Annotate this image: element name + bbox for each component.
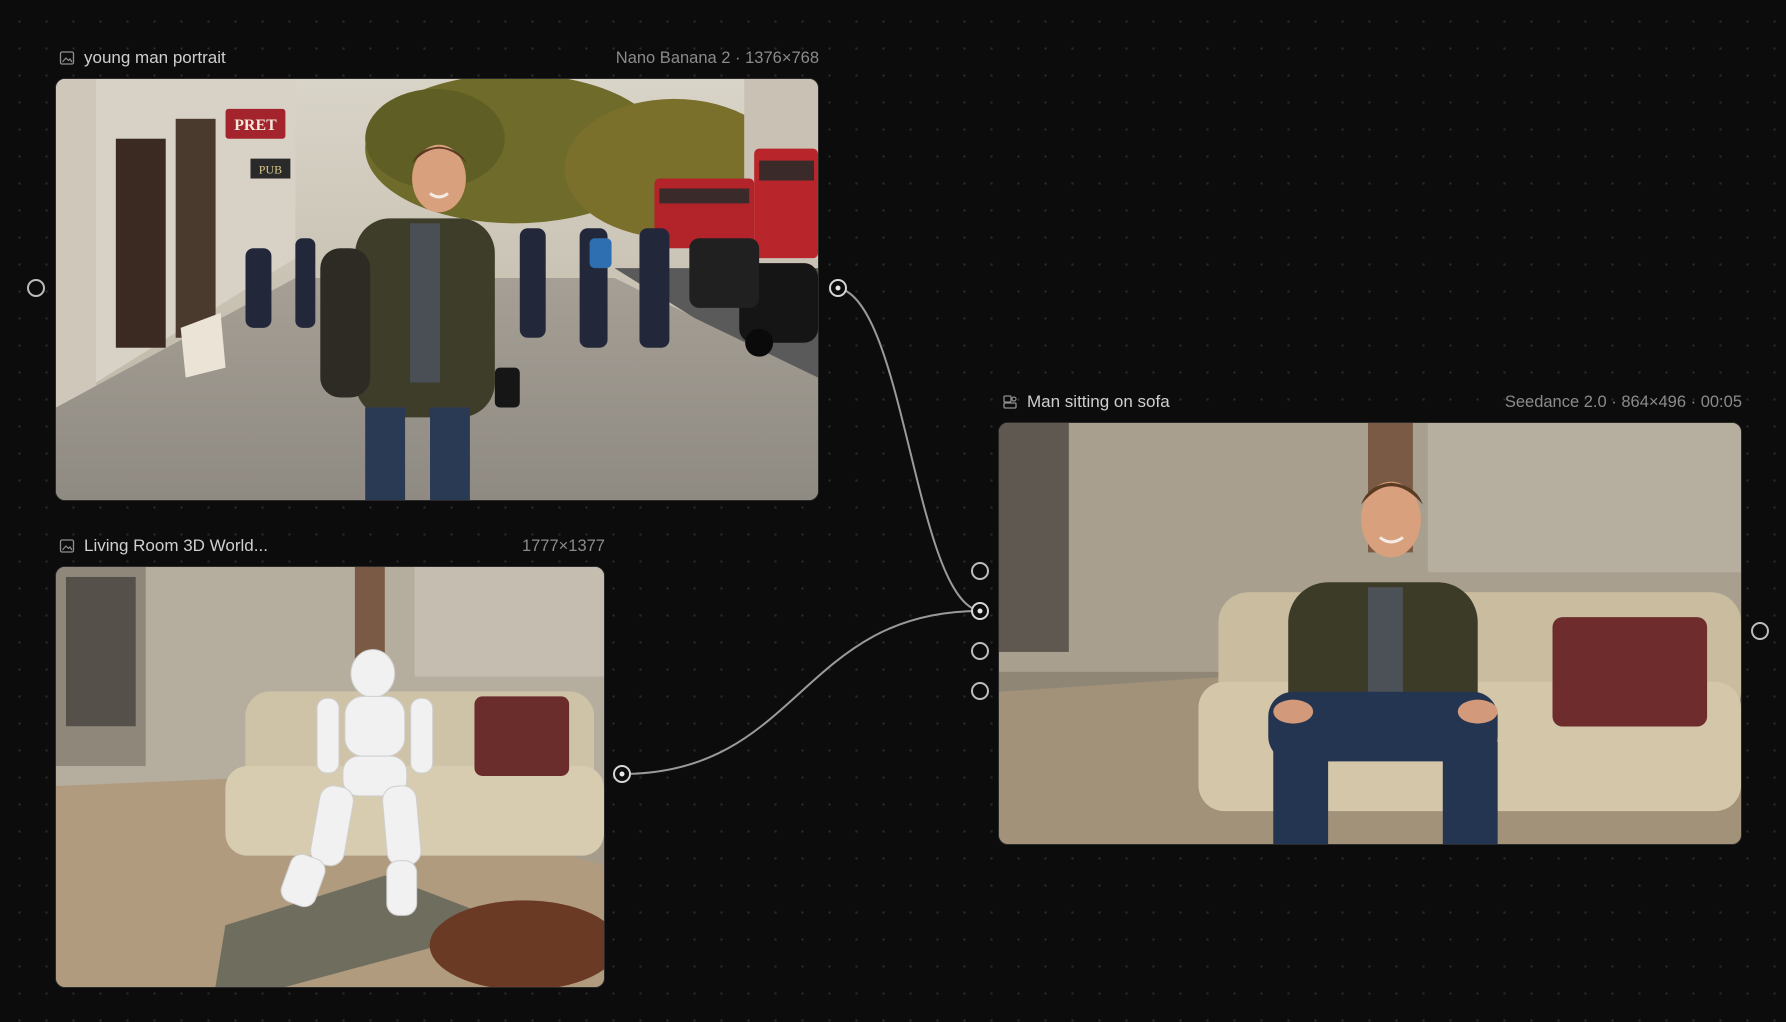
portrait-input-handle[interactable]	[27, 279, 45, 297]
image-icon	[59, 539, 75, 553]
node-portrait-header[interactable]: young man portrait Nano Banana 2 · 1376×…	[55, 46, 819, 70]
node-living-room-header[interactable]: Living Room 3D World... 1777×1377	[55, 534, 605, 558]
wire-living-room-to-video[interactable]	[621, 610, 981, 775]
video-input-handle-2[interactable]	[971, 602, 989, 620]
node-portrait-meta: Nano Banana 2 · 1376×768	[615, 48, 819, 67]
node-living-room-meta: 1777×1377	[521, 536, 605, 555]
video-node-icon	[1003, 395, 1017, 409]
shop-sign-pub: PUB	[259, 163, 282, 177]
node-video[interactable]: Man sitting on sofa Seedance 2.0 · 864×4…	[998, 390, 1742, 845]
shop-sign-pret: PRET	[234, 117, 277, 134]
portrait-image[interactable]: PRET PUB	[55, 78, 819, 501]
node-portrait[interactable]: young man portrait Nano Banana 2 · 1376×…	[55, 46, 819, 501]
portrait-output-handle[interactable]	[829, 279, 847, 297]
node-video-title: Man sitting on sofa	[1027, 392, 1170, 411]
video-input-handle-1[interactable]	[971, 562, 989, 580]
video-input-handle-4[interactable]	[971, 682, 989, 700]
image-icon	[59, 51, 75, 65]
wire-portrait-to-video[interactable]	[837, 287, 981, 612]
node-portrait-title: young man portrait	[84, 48, 226, 67]
node-living-room-title: Living Room 3D World...	[84, 536, 268, 555]
video-input-handle-3[interactable]	[971, 642, 989, 660]
living-room-output-handle[interactable]	[613, 765, 631, 783]
node-video-header[interactable]: Man sitting on sofa Seedance 2.0 · 864×4…	[998, 390, 1742, 414]
video-preview[interactable]	[998, 422, 1742, 845]
video-output-handle[interactable]	[1751, 622, 1769, 640]
living-room-image[interactable]	[55, 566, 605, 988]
node-video-meta: Seedance 2.0 · 864×496 · 00:05	[1504, 392, 1742, 411]
node-living-room[interactable]: Living Room 3D World... 1777×1377	[55, 534, 605, 988]
